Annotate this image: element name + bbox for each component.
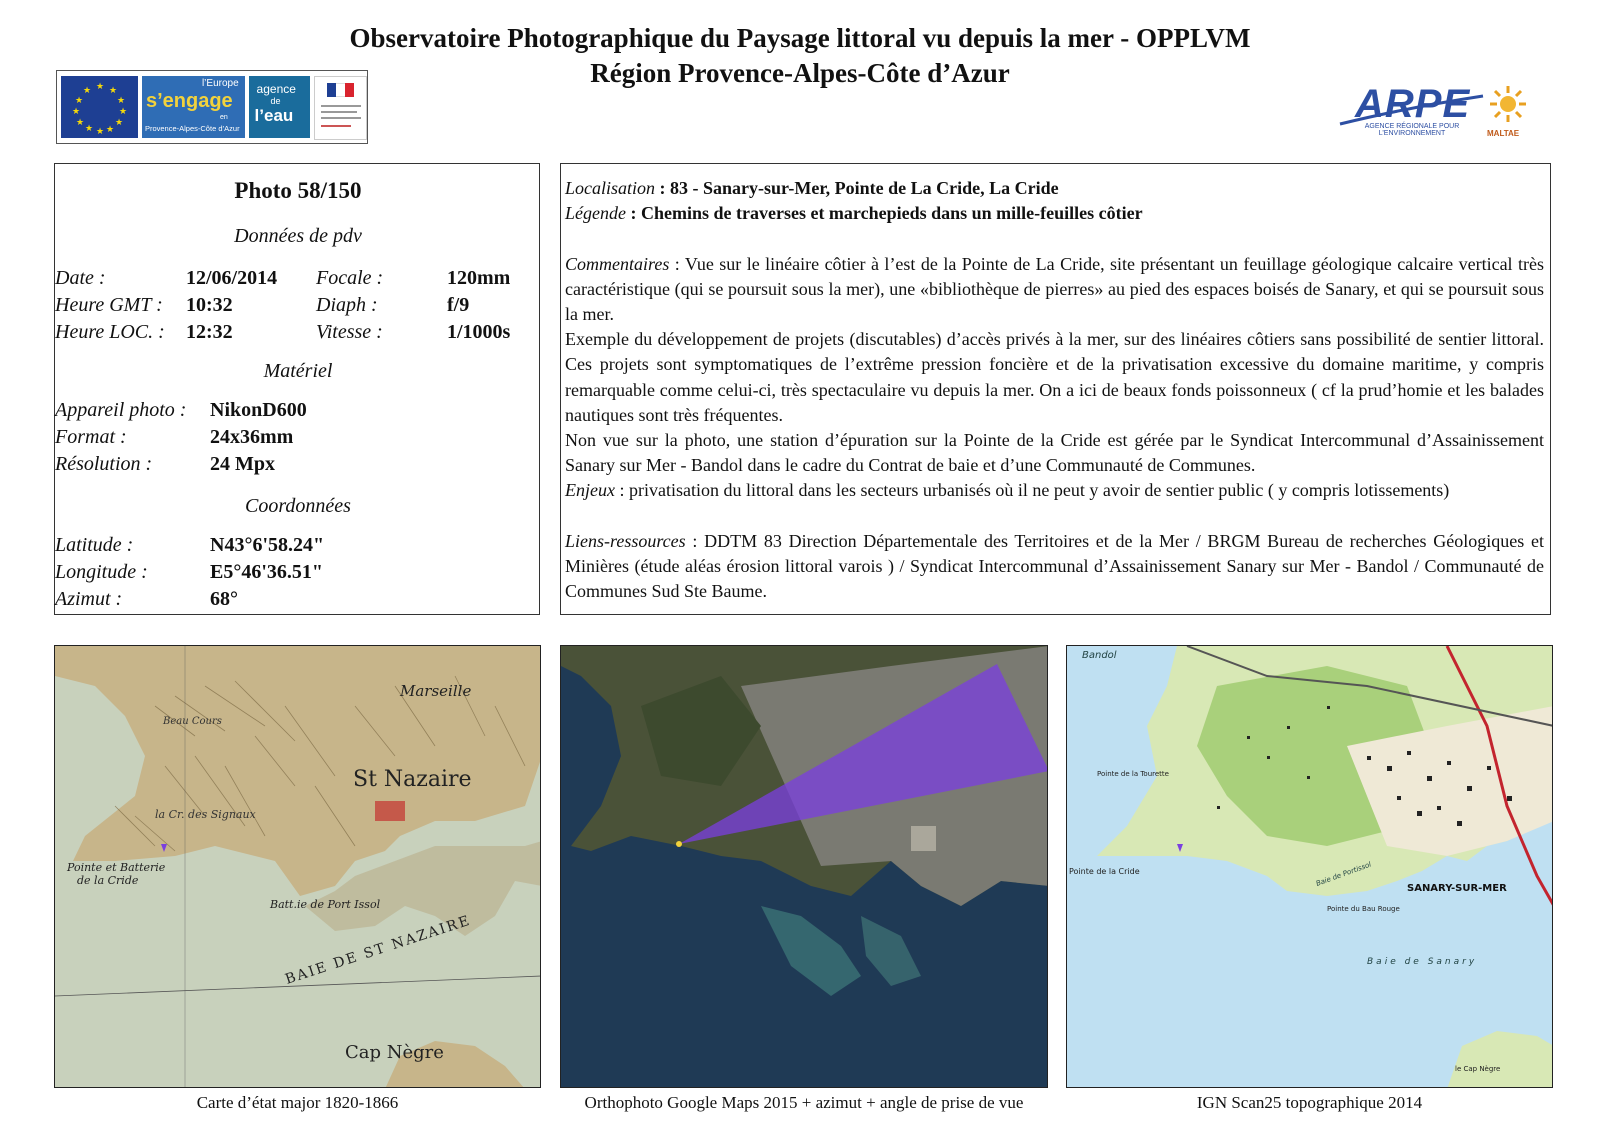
azimut-label: Azimut : [55,588,123,610]
vitesse-label: Vitesse : [316,321,383,343]
vitesse-value: 1/1000s [447,321,511,343]
enjeux-line: Enjeux : privatisation du littoral dans … [565,480,1450,501]
maltae-sun-icon [1490,86,1526,122]
caption-orthophoto: Orthophoto Google Maps 2015 + azimut + a… [584,1093,1024,1112]
old-staff-map: St Nazaire Marseille Beau Cours la Cr. d… [54,645,541,1088]
republique-logo [313,76,367,140]
commentaires-p1: Commentaires : Vue sur le linéaire côtie… [565,253,1544,324]
date-label: Date : [55,267,106,289]
longitude-value: E5°46'36.51" [210,561,323,583]
latitude-value: N43°6'58.24" [210,534,325,556]
map3-label-pointe-tourette: Pointe de la Tourette [1097,770,1169,778]
caption-old-map: Carte d’état major 1820-1866 [196,1093,399,1112]
section-coordonnees: Coordonnées [245,495,351,517]
map1-label-beau-cours: Beau Cours [162,716,222,727]
commentaires-p3: Non vue sur la photo, une station d’épur… [565,430,1544,476]
map1-label-st-nazaire: St Nazaire [353,767,472,792]
loc-label: Heure LOC. : [55,321,165,343]
map1-label-la-cride: la Cr. des Signaux [155,808,257,821]
section-materiel: Matériel [263,360,333,382]
longitude-label: Longitude : [55,561,148,583]
map3-label-sanary: SANARY-SUR-MER [1407,883,1507,894]
eu-flag-logo: ★ ★ ★ ★ ★ ★ ★ ★ ★ ★ ★ ★ [61,76,138,138]
map1-label-de-la-cride: de la Cride [77,874,139,887]
maltae-logo: MALTAE [1487,129,1520,138]
gmt-value: 10:32 [186,294,233,316]
photo-data-panel: Photo 58/150 Données de pdv Date : 12/06… [54,163,540,615]
agence-eau-logo: agence de l’eau [248,76,310,138]
section-pdv: Données de pdv [234,225,362,247]
ign-topo-map: Bandol Pointe de la Tourette Pointe de l… [1066,645,1553,1088]
camera-position-icon [676,841,682,847]
date-value: 12/06/2014 [186,267,278,289]
orthophoto-map [560,645,1048,1088]
gmt-label: Heure GMT : [55,294,163,316]
main-title: Observatoire Photographique du Paysage l… [349,23,1251,53]
map3-label-pointe-cride: Pointe de la Cride [1069,867,1140,876]
map3-label-bandol: Bandol [1082,650,1117,661]
appareil-value: NikonD600 [210,399,307,421]
europe-engage-logo: l’Europe s’engage en Provence-Alpes-Côte… [141,76,245,138]
diaph-label: Diaph : [316,294,378,316]
arpe-tagline: AGENCE RÉGIONALE POUR L’ENVIRONNEMENT [1364,123,1460,137]
map3-label-baie-sanary: Baie de Sanary [1367,957,1477,967]
diaph-value: f/9 [447,294,470,316]
localisation-line: Localisation : 83 - Sanary-sur-Mer, Poin… [565,178,1059,198]
map3-label-cap-negre: le Cap Nègre [1455,1065,1500,1073]
map1-label-port-issol: Batt.ie de Port Issol [269,898,381,911]
appareil-label: Appareil photo : [55,399,187,421]
legende-line: Légende : Chemins de traverses et marche… [565,203,1143,224]
partner-logos: ★ ★ ★ ★ ★ ★ ★ ★ ★ ★ ★ ★ l’Europe s’engag… [56,70,368,144]
liens-ressources: Liens-ressources : DDTM 83 Direction Dép… [565,530,1544,602]
loc-value: 12:32 [186,321,233,343]
resolution-label: Résolution : [55,453,153,475]
map1-label-cap-negre: Cap Nègre [345,1042,444,1063]
format-value: 24x36mm [210,426,294,448]
arpe-logo: ARPE [1355,82,1471,126]
photo-number: Photo 58/150 [234,178,362,203]
map1-label-marseille: Marseille [399,682,471,700]
description-panel: Localisation : 83 - Sanary-sur-Mer, Poin… [560,163,1551,615]
latitude-label: Latitude : [55,534,134,556]
caption-ign: IGN Scan25 topographique 2014 [1196,1093,1423,1112]
map1-label-pointe-batterie: Pointe et Batterie [66,861,166,874]
format-label: Format : [55,426,127,448]
focale-value: 120mm [447,267,511,289]
focale-label: Focale : [316,267,384,289]
commentaires-p2: Exemple du développement de projets (dis… [565,329,1544,425]
map3-label-bau-rouge: Pointe du Bau Rouge [1327,905,1400,913]
resolution-value: 24 Mpx [210,453,275,475]
azimut-value: 68° [210,588,238,610]
